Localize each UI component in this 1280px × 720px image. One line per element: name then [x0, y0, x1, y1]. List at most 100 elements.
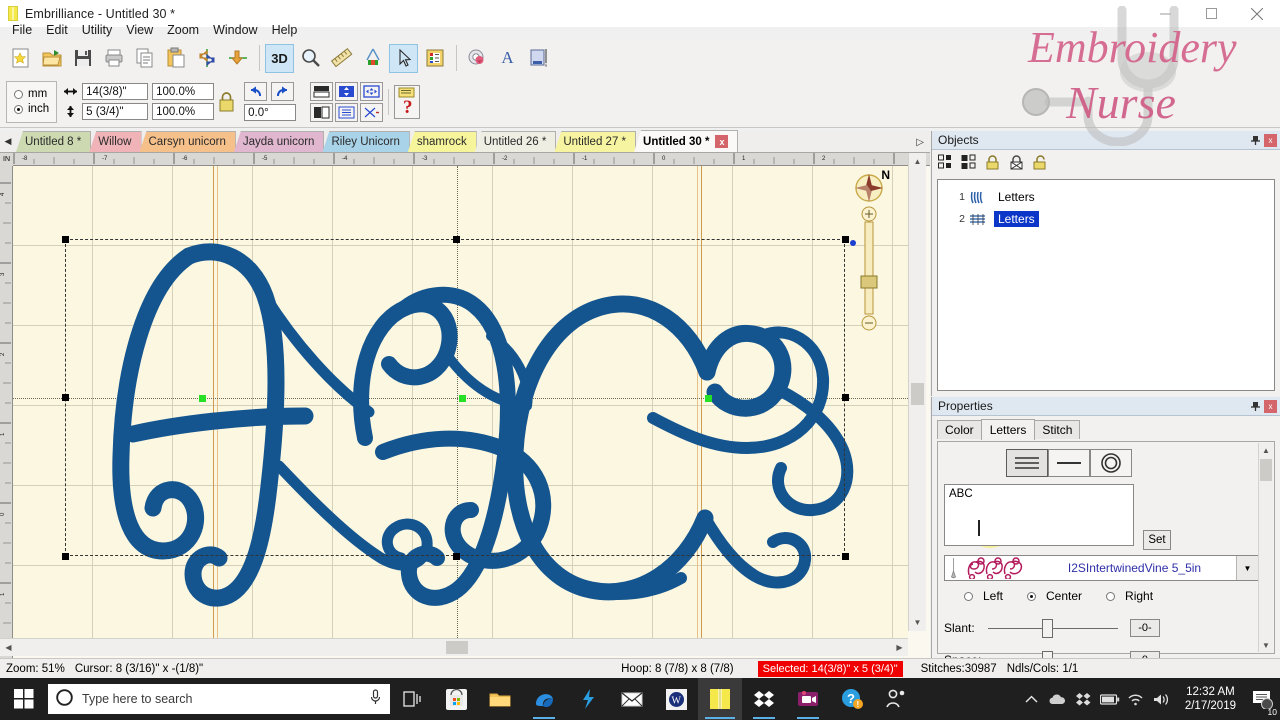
flip-vertical-icon[interactable] [223, 44, 252, 73]
add-lettering-icon[interactable]: A [493, 44, 522, 73]
flip-horizontal-icon[interactable] [192, 44, 221, 73]
undo-arrow-icon[interactable] [244, 82, 268, 101]
help-support-icon[interactable]: ?! [830, 678, 874, 720]
scroll-up-arrow-icon[interactable]: ▲ [909, 153, 926, 170]
group-objects-icon[interactable] [961, 154, 977, 173]
ruler-icon[interactable] [327, 44, 356, 73]
paste-icon[interactable] [161, 44, 190, 73]
pointer-select-icon[interactable] [389, 43, 418, 73]
menu-zoom[interactable]: Zoom [160, 21, 206, 39]
ruler-unit-label[interactable]: IN [0, 153, 13, 166]
vscroll-thumb[interactable] [911, 383, 924, 405]
windows-start-icon[interactable] [0, 678, 48, 720]
tab-stitch[interactable]: Stitch [1034, 420, 1081, 439]
design-surface[interactable]: N [13, 166, 908, 644]
mail-icon[interactable] [610, 678, 654, 720]
merge-design-icon[interactable] [524, 44, 553, 73]
slant-slider[interactable] [988, 618, 1118, 638]
list-item[interactable]: 1 Letters [942, 186, 1270, 208]
height-percent-input[interactable]: 100.0% [152, 103, 215, 120]
tab-color[interactable]: Color [937, 420, 982, 439]
help-question-icon[interactable]: ? [394, 84, 421, 119]
3d-toggle-icon[interactable]: 3D [265, 43, 294, 73]
maximize-button[interactable] [1188, 0, 1234, 27]
tab-untitled-27[interactable]: Untitled 27 * [554, 131, 637, 152]
design-canvas[interactable]: N -8 -7 -6 -5 -4 -3 -2 -1 0 1 2 4 3 2 1 … [0, 153, 930, 658]
embrilliance-app-icon[interactable] [698, 678, 742, 720]
design-library-icon[interactable] [462, 44, 491, 73]
menu-utility[interactable]: Utility [75, 21, 120, 39]
width-percent-input[interactable]: 100.0% [152, 83, 215, 100]
volume-icon[interactable] [1149, 678, 1175, 720]
tab-carsyn-unicorn[interactable]: Carsyn unicorn [139, 131, 236, 152]
tab-untitled-8[interactable]: Untitled 8 * [16, 131, 92, 152]
selection-handle-bl[interactable] [62, 553, 69, 560]
canvas-vertical-scrollbar[interactable]: ▲ ▼ [908, 153, 926, 631]
lock-closed-icon[interactable] [984, 154, 1001, 173]
chevron-up-icon[interactable] [1019, 678, 1045, 720]
multiline-text-icon[interactable] [1006, 449, 1048, 477]
open-folder-icon[interactable] [37, 44, 66, 73]
objects-panel-close-icon[interactable]: x [1264, 133, 1277, 147]
trim-icon[interactable] [360, 102, 384, 122]
tab-close-icon[interactable]: x [715, 135, 729, 148]
font-selector[interactable]: I2SIntertwinedVine 5_5in ▼ [944, 555, 1259, 581]
stitch-edit-icon[interactable] [358, 44, 387, 73]
selection-handle-tc[interactable] [453, 236, 460, 243]
tab-shamrock[interactable]: shamrock [407, 131, 477, 152]
select-all-objects-icon[interactable] [938, 154, 954, 173]
height-input[interactable]: 5 (3/4)" [82, 103, 149, 120]
align-right-option[interactable]: Right [1106, 589, 1153, 603]
tab-letters[interactable]: Letters [980, 419, 1036, 440]
search-input[interactable]: Type here to search [48, 684, 390, 714]
copy-icon[interactable] [130, 44, 159, 73]
lock-crossed-icon[interactable] [1008, 154, 1025, 173]
chevron-down-icon[interactable]: ▼ [1236, 556, 1258, 580]
props-scroll-thumb[interactable] [1260, 459, 1272, 481]
object-list-icon[interactable] [335, 102, 359, 122]
selection-handle-mr[interactable] [842, 394, 849, 401]
menu-window[interactable]: Window [206, 21, 264, 39]
selection-handle-bc[interactable] [453, 553, 460, 560]
close-button[interactable] [1234, 0, 1280, 27]
tabs-scroll-right[interactable]: ▷ [916, 137, 924, 148]
slant-value[interactable]: -0- [1130, 619, 1160, 637]
microsoft-store-icon[interactable] [434, 678, 478, 720]
fit-to-hoop-icon[interactable] [360, 81, 384, 101]
center-vertical-icon[interactable] [335, 81, 359, 101]
task-view-icon[interactable] [390, 678, 434, 720]
tab-willow[interactable]: Willow [89, 131, 142, 152]
align-center-option[interactable]: Center [1027, 589, 1082, 603]
save-disk-icon[interactable] [68, 44, 97, 73]
zoom-slider[interactable] [860, 206, 878, 331]
unit-mm-option[interactable]: mm [14, 87, 49, 102]
align-left-right-icon[interactable] [310, 102, 334, 122]
scroll-left-arrow-icon[interactable]: ◀ [0, 639, 17, 656]
camtasia-icon[interactable] [786, 678, 830, 720]
selection-handle-tl[interactable] [62, 236, 69, 243]
lightning-app-icon[interactable] [566, 678, 610, 720]
new-document-icon[interactable] [6, 44, 35, 73]
microphone-icon[interactable] [369, 689, 382, 709]
redo-arrow-icon[interactable] [271, 82, 295, 101]
properties-scrollbar[interactable]: ▲ ▼ [1258, 443, 1273, 652]
list-item[interactable]: 2 Letters [942, 208, 1270, 230]
properties-panel-close-icon[interactable]: x [1264, 399, 1277, 413]
file-explorer-icon[interactable] [478, 678, 522, 720]
pin-icon[interactable] [1249, 400, 1262, 413]
hscroll-thumb[interactable] [446, 641, 468, 654]
angle-input[interactable]: 0.0° [244, 104, 297, 121]
tab-untitled-30[interactable]: Untitled 30 * x [634, 130, 739, 152]
align-top-bottom-icon[interactable] [310, 81, 334, 101]
wilcom-app-icon[interactable]: W [654, 678, 698, 720]
color-list-icon[interactable] [420, 44, 449, 73]
lock-aspect-icon[interactable] [214, 87, 238, 117]
magnifier-icon[interactable] [296, 44, 325, 73]
objects-list[interactable]: 1 Letters 2 Letters [937, 179, 1275, 391]
green-anchor-b[interactable] [459, 395, 466, 402]
width-input[interactable]: 14(3/8)" [82, 83, 149, 100]
tab-jayda-unicorn[interactable]: Jayda unicorn [233, 131, 325, 152]
selection-handle-tr[interactable] [842, 236, 849, 243]
slant-slider-thumb[interactable] [1042, 618, 1053, 638]
props-scroll-up-icon[interactable]: ▲ [1259, 443, 1273, 457]
